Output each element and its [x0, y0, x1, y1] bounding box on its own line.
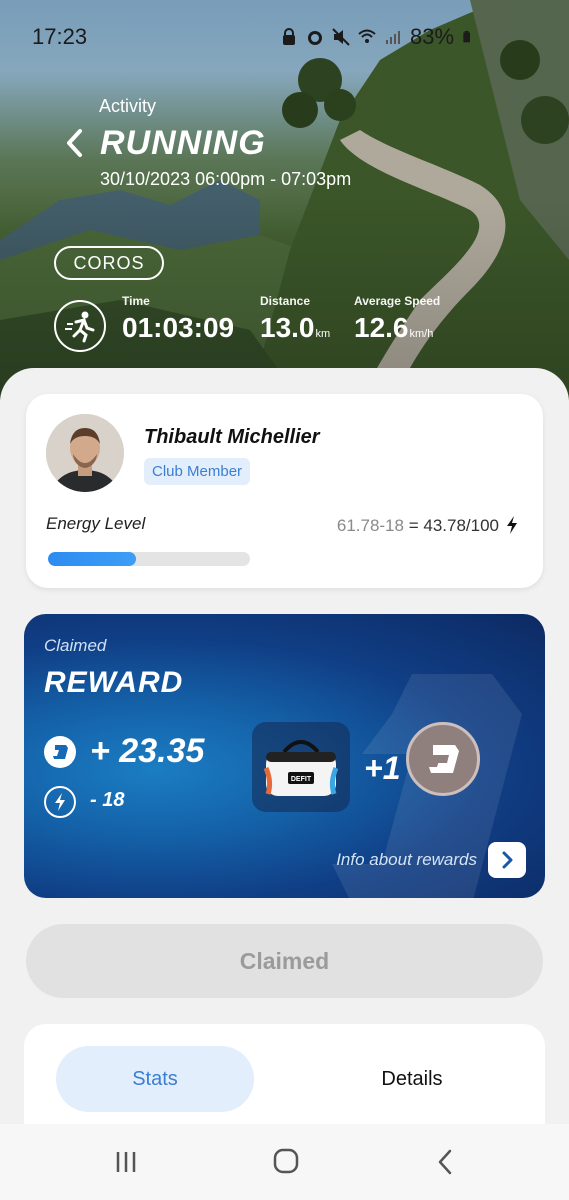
stat-time: Time 01:03:09	[122, 294, 234, 344]
gym-bag-item[interactable]: DEFIT	[252, 722, 350, 812]
battery-icon	[463, 31, 471, 43]
stat-distance: Distance 13.0km	[260, 294, 330, 344]
status-time: 17:23	[32, 24, 88, 49]
device-badge: COROS	[54, 246, 164, 280]
alarm-icon	[308, 31, 322, 45]
running-icon	[54, 300, 106, 352]
chevron-right-icon	[502, 851, 513, 869]
reward-title: REWARD	[44, 666, 184, 699]
member-badge: Club Member	[144, 458, 251, 485]
stat-speed: Average Speed 12.6km/h	[354, 294, 440, 344]
stat-distance-label: Distance	[260, 294, 311, 308]
back-arrow-icon[interactable]	[62, 128, 88, 158]
tabs-card: Stats Details	[24, 1024, 545, 1134]
coin-amount: + 23.35	[90, 732, 205, 770]
energy-bolt-icon	[44, 786, 76, 818]
info-rewards-button[interactable]	[488, 842, 526, 878]
profile-card: Thibault Michellier Club Member Energy L…	[26, 394, 543, 588]
battery-percent: 83%	[410, 24, 455, 49]
signal-icon	[386, 31, 400, 44]
energy-result: = 43.78/100	[408, 516, 499, 535]
stat-speed-value: 12.6km/h	[354, 312, 434, 343]
reward-status: Claimed	[44, 636, 107, 655]
activity-title: RUNNING	[100, 124, 266, 162]
energy-progress-bar	[48, 552, 250, 566]
user-name: Thibault Michellier	[144, 426, 320, 448]
bag-brand-text: DEFIT	[291, 776, 312, 783]
energy-label: Energy Level	[46, 514, 146, 533]
stat-speed-unit: km/h	[409, 328, 434, 340]
defit-token-icon	[406, 722, 480, 796]
stat-speed-label: Average Speed	[354, 294, 441, 308]
item-bonus: +1	[364, 750, 401, 786]
defit-coin-icon	[44, 736, 76, 768]
back-icon[interactable]	[426, 1146, 466, 1178]
stat-time-label: Time	[122, 294, 150, 308]
wifi-icon	[358, 29, 376, 43]
energy-cost: - 18	[90, 789, 125, 811]
section-label: Activity	[99, 96, 157, 116]
status-icons: 83%	[280, 24, 474, 50]
activity-hero: 17:23 83% Activity RUNNING 30/10/2023 06…	[0, 0, 569, 400]
tab-stats[interactable]: Stats	[56, 1046, 254, 1112]
energy-progress-fill	[48, 552, 137, 566]
energy-calc: 61.78-18	[336, 516, 404, 535]
info-rewards-link[interactable]: Info about rewards	[336, 850, 477, 870]
reward-card: Claimed REWARD + 23.35 - 18 DEFIT +1 Inf…	[24, 614, 545, 898]
home-icon[interactable]	[266, 1146, 306, 1178]
status-bar: 17:23 83%	[0, 0, 569, 72]
activity-date-range: 30/10/2023 06:00pm - 07:03pm	[100, 169, 352, 189]
energy-bolt-icon	[507, 516, 517, 534]
mute-icon	[332, 28, 350, 46]
claimed-button[interactable]: Claimed	[26, 924, 543, 998]
stat-time-value: 01:03:09	[122, 312, 235, 343]
lock-icon	[283, 28, 295, 45]
avatar[interactable]	[46, 414, 124, 492]
recent-apps-icon[interactable]	[106, 1146, 146, 1178]
system-nav-bar	[0, 1124, 569, 1200]
tab-details[interactable]: Details	[314, 1046, 510, 1112]
energy-formula: 61.78-18 = 43.78/100	[337, 516, 517, 536]
stat-distance-unit: km	[315, 328, 331, 340]
stat-distance-value: 13.0km	[260, 312, 331, 343]
